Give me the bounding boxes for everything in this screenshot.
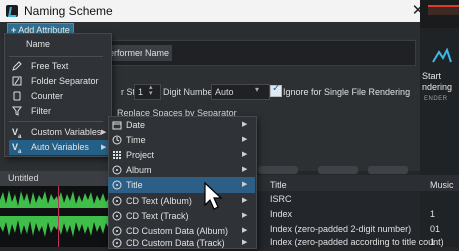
submenu-item-title[interactable]: Title: [270, 180, 287, 190]
chevron-right-icon: ▶: [101, 129, 107, 136]
menu-item-filter[interactable]: Filter: [9, 104, 109, 119]
disc-icon: [112, 165, 122, 175]
digit-number-select[interactable]: Auto: [211, 84, 270, 100]
variable-icon: Va: [12, 142, 22, 155]
menu-item-counter[interactable]: Counter: [9, 89, 109, 104]
waveform: [0, 190, 110, 237]
calendar-icon: [112, 121, 122, 130]
scheme-chip-performer[interactable]: erformer: [106, 45, 147, 61]
window-title: Naming Scheme: [24, 4, 113, 18]
start-rendering-label[interactable]: Start: [422, 71, 441, 82]
render-icon: [432, 48, 452, 63]
submenu-item-index-2digit[interactable]: Index (zero-padded 2-digit number): [270, 224, 411, 234]
playback-cursor[interactable]: [58, 186, 59, 247]
submenu-item-isrc[interactable]: ISRC: [270, 194, 292, 204]
disc-icon: [112, 211, 122, 221]
menu-item-date[interactable]: Date ▶: [108, 117, 255, 133]
pencil-icon: [12, 61, 22, 71]
menu-item-name[interactable]: Name: [9, 37, 109, 52]
folder-icon: [12, 76, 22, 86]
menu-item-auto-variables[interactable]: Va Auto Variables ▶: [9, 140, 109, 155]
app-icon: [6, 5, 18, 17]
menu-item-free-text[interactable]: Free Text: [9, 59, 109, 74]
menu-item-project[interactable]: Project ▶: [108, 147, 255, 163]
chevron-right-icon: ▶: [242, 197, 248, 204]
digit-number-label: Digit Number: [163, 87, 216, 97]
submenu-item-index-title-count[interactable]: Index (zero-padded according to title co…: [270, 237, 444, 247]
chevron-right-icon: ▶: [242, 212, 248, 219]
submenu-item-index[interactable]: Index: [270, 209, 292, 219]
chevron-right-icon: ▶: [242, 166, 248, 173]
menu-separator: [9, 121, 103, 122]
mouse-cursor-icon: [204, 181, 223, 210]
disc-icon: [112, 180, 122, 190]
variable-icon: Va: [12, 127, 22, 140]
disc-icon: [112, 196, 122, 206]
submenu-item-title-value: Music: [430, 180, 454, 190]
chevron-right-icon: ▶: [242, 181, 248, 188]
render-section-label: ENDER: [424, 96, 448, 102]
ignore-single-file-checkbox[interactable]: [270, 83, 282, 97]
chevron-right-icon: ▶: [101, 144, 107, 151]
menu-item-title[interactable]: Title ▶: [108, 177, 255, 193]
menu-item-folder-separator[interactable]: Folder Separator: [9, 74, 109, 89]
scheme-chip-name[interactable]: Name: [142, 45, 173, 61]
chevron-right-icon: ▶: [242, 136, 248, 143]
start-number-input[interactable]: 1: [134, 84, 161, 100]
menu-separator: [9, 56, 103, 57]
grid-icon: [113, 151, 121, 159]
chevron-right-icon: ▶: [242, 121, 248, 128]
menu-item-cd-custom-track[interactable]: CD Custom Data (Track) ▶: [108, 235, 255, 251]
render-panel: [420, 0, 459, 247]
rendering-label[interactable]: ndering: [422, 82, 452, 92]
menu-item-time[interactable]: Time ▶: [108, 132, 255, 148]
counter-icon: [13, 91, 21, 101]
ignore-single-file-label: Ignore for Single File Rendering: [283, 87, 411, 97]
track-title: Untitled: [8, 173, 39, 183]
chevron-right-icon: ▶: [242, 239, 248, 246]
spinner-arrows-icon[interactable]: ▴ ▾: [149, 84, 153, 97]
filter-icon: [12, 106, 22, 116]
submenu-item-index-value: 1: [430, 209, 436, 219]
chevron-down-icon[interactable]: ▾: [255, 85, 259, 94]
menu-item-custom-variables[interactable]: Va Custom Variables ▶: [9, 125, 109, 140]
menu-item-cd-text-track[interactable]: CD Text (Track) ▶: [108, 208, 255, 224]
chevron-right-icon: ▶: [242, 151, 248, 158]
level-meter: [428, 5, 459, 15]
clock-icon: [112, 135, 122, 145]
menu-item-album[interactable]: Album ▶: [108, 162, 255, 178]
submenu-item-index-2digit-value: 01: [430, 224, 441, 234]
submenu-item-index-title-count-value: 1: [430, 237, 436, 247]
menu-item-cd-text-album[interactable]: CD Text (Album) ▶: [108, 193, 255, 209]
